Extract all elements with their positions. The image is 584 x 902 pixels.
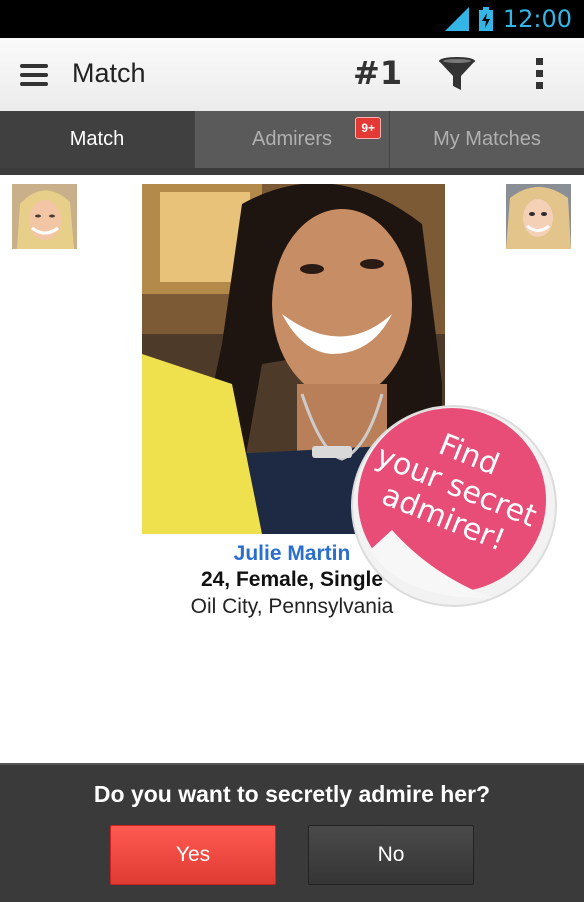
status-bar: 12:00 (0, 0, 584, 38)
tab-match[interactable]: Match (0, 111, 194, 168)
tab-bar: Match Admirers 9+ My Matches (0, 111, 584, 168)
tab-admirers[interactable]: Admirers 9+ (194, 111, 389, 168)
secret-admirer-sticker: Find your secret admirer! (342, 400, 560, 610)
battery-icon (478, 7, 493, 31)
signal-icon (444, 7, 469, 31)
tab-my-matches[interactable]: My Matches (389, 111, 584, 168)
overflow-menu-icon[interactable] (536, 58, 546, 94)
tab-label: My Matches (433, 128, 541, 150)
no-button[interactable]: No (308, 825, 474, 885)
filter-icon[interactable] (437, 56, 477, 92)
page-title: Match (72, 58, 146, 88)
profile-photo-thumbnail (12, 184, 77, 249)
yes-button-label: Yes (175, 843, 211, 866)
next-profile-thumbnail[interactable] (506, 184, 571, 249)
action-bar: Match #1 (0, 38, 584, 112)
tab-indicator-strip (0, 168, 584, 175)
no-button-label: No (377, 843, 405, 866)
tab-label: Admirers (251, 128, 332, 150)
tab-label: Match (69, 128, 125, 150)
profile-photo-thumbnail (506, 184, 571, 249)
prompt-question: Do you want to secretly admire her? (93, 781, 491, 807)
menu-icon[interactable] (20, 64, 48, 86)
rank-button[interactable]: #1 (353, 54, 402, 92)
notification-badge: 9+ (355, 117, 381, 139)
clock: 12:00 (502, 5, 572, 33)
yes-button[interactable]: Yes (110, 825, 276, 885)
admire-prompt-panel: Do you want to secretly admire her? Yes … (0, 763, 584, 902)
previous-profile-thumbnail[interactable] (12, 184, 77, 249)
